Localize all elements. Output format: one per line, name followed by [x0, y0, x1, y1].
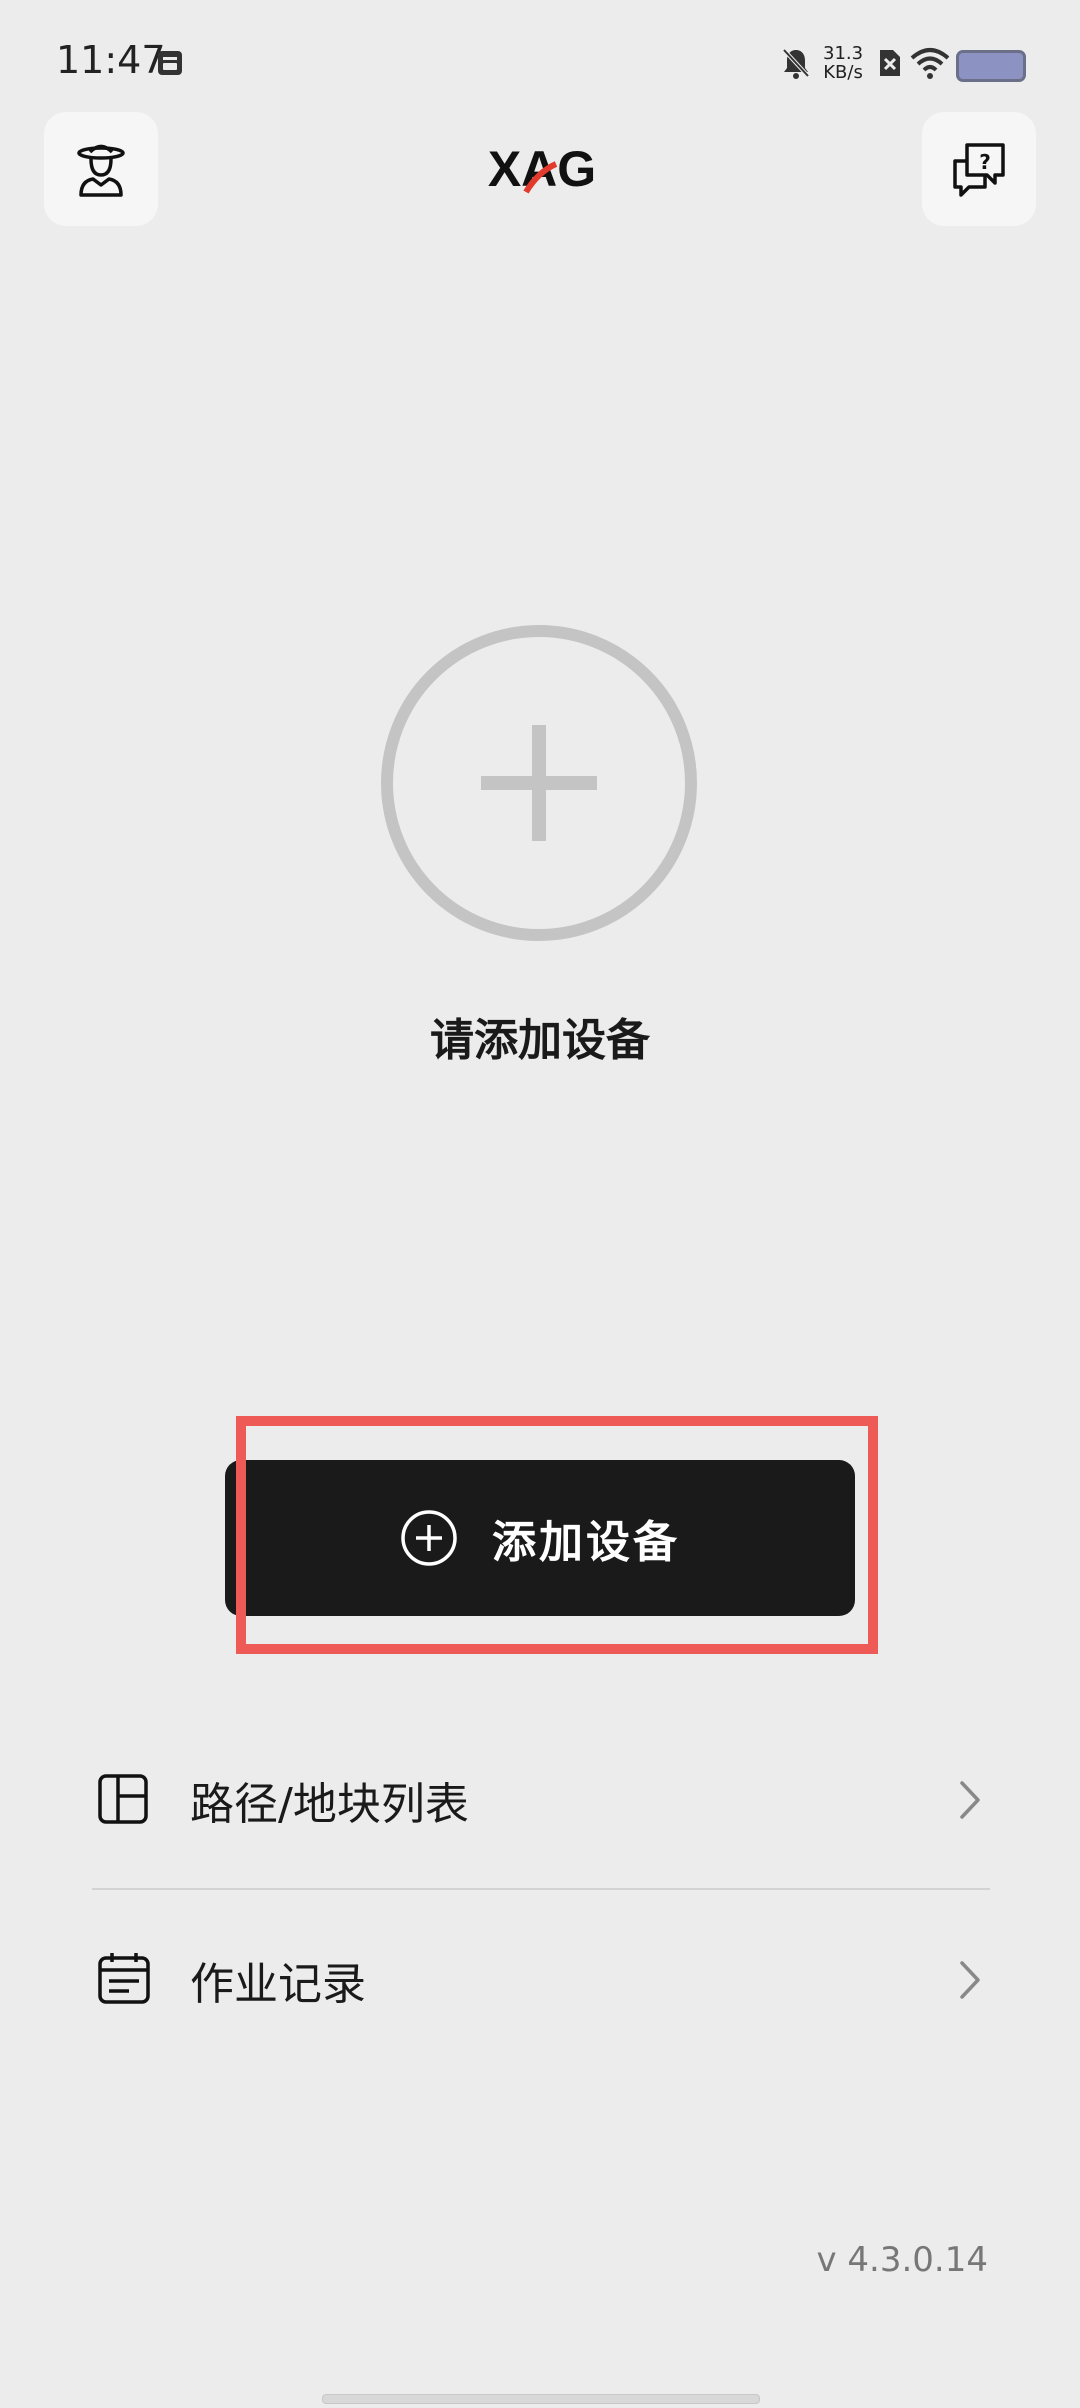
xag-logo: XAG	[488, 141, 596, 197]
empty-state-text: 请添加设备	[430, 1015, 650, 1066]
sim-none-icon	[880, 50, 900, 76]
menu-divider	[92, 1888, 990, 1890]
calendar-list-icon	[96, 1950, 156, 2010]
help-button[interactable]: ?	[922, 112, 1036, 226]
net-speed-unit: KB/s	[823, 62, 863, 83]
plus-circle-icon	[400, 1509, 458, 1567]
screenshot-icon	[158, 51, 182, 75]
wifi-icon	[910, 48, 950, 79]
add-device-button[interactable]: 添加设备	[225, 1460, 855, 1616]
plus-circle-icon	[381, 625, 697, 941]
net-speed: 31.3 KB/s	[823, 44, 863, 82]
user-farmer-icon	[77, 144, 125, 197]
version-text: v 4.3.0.14	[816, 2240, 988, 2280]
profile-button[interactable]	[44, 112, 158, 226]
battery-icon	[956, 50, 1026, 82]
help-chat-icon: ?	[953, 143, 1005, 197]
svg-text:?: ?	[979, 150, 991, 174]
home-indicator[interactable]	[322, 2394, 760, 2404]
chevron-right-icon	[950, 1775, 990, 1825]
add-device-label: 添加设备	[492, 1517, 680, 1568]
menu-label-route-list: 路径/地块列表	[190, 1779, 469, 1830]
menu-item-work-records[interactable]: 作业记录	[92, 1920, 990, 2040]
status-time: 11:47	[56, 38, 166, 82]
layout-panel-icon	[96, 1770, 156, 1830]
net-speed-value: 31.3	[823, 43, 864, 64]
chevron-right-icon	[950, 1955, 990, 2005]
status-bar: 11:47 31.3 KB/s	[0, 0, 1080, 120]
menu-label-work-records: 作业记录	[190, 1959, 366, 2010]
menu-item-route-list[interactable]: 路径/地块列表	[92, 1740, 990, 1860]
bell-off-icon	[782, 48, 810, 79]
